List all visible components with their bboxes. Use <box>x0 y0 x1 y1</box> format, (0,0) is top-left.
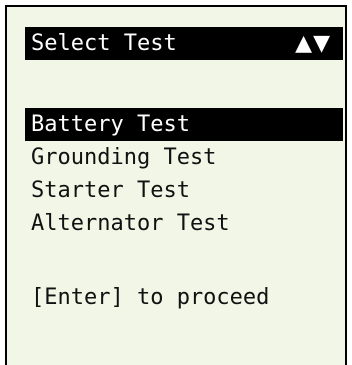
page-title: Select Test <box>31 31 177 56</box>
menu-item-alternator-test[interactable]: Alternator Test <box>25 207 343 240</box>
header-bar: Select Test ▲▼ <box>25 27 343 60</box>
enter-hint: [Enter] to proceed <box>31 285 270 310</box>
up-down-arrows-icon: ▲▼ <box>295 31 331 56</box>
lcd-screen: Select Test ▲▼ Battery Test Grounding Te… <box>5 5 347 365</box>
menu-item-starter-test[interactable]: Starter Test <box>25 174 343 207</box>
menu-item-battery-test[interactable]: Battery Test <box>25 108 343 141</box>
menu-item-grounding-test[interactable]: Grounding Test <box>25 141 343 174</box>
tester-device: Select Test ▲▼ Battery Test Grounding Te… <box>0 0 352 365</box>
